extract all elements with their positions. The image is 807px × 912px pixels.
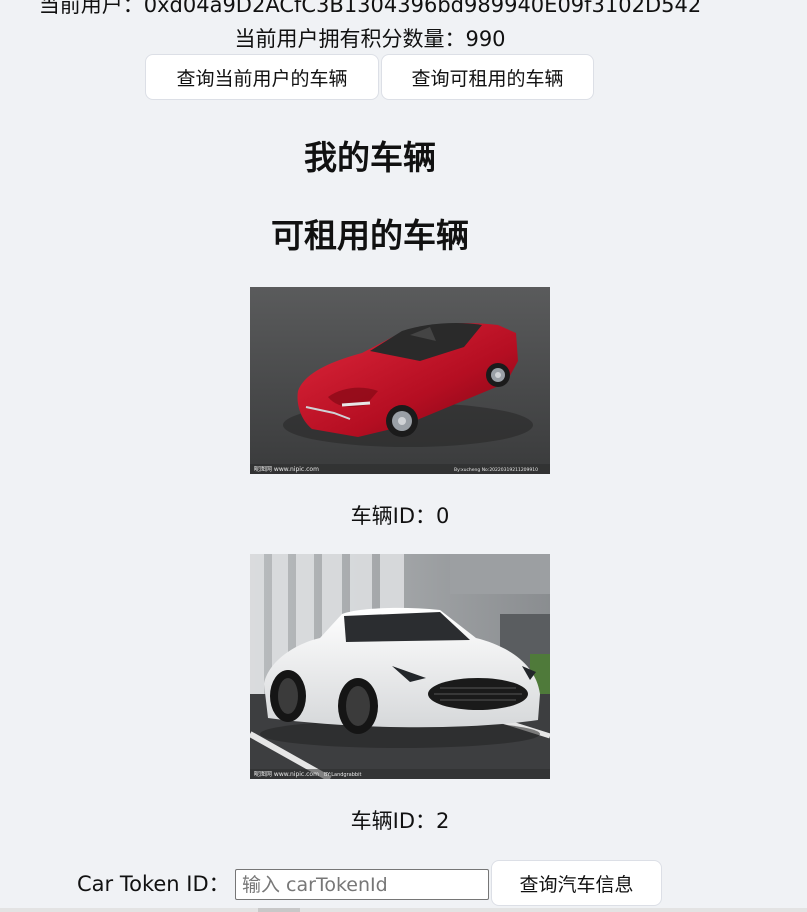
svg-text:By:xucheng No:2022031921120991: By:xucheng No:20220319211209910: [454, 467, 538, 473]
horizontal-scrollbar[interactable]: [0, 908, 807, 912]
query-my-cars-button[interactable]: 查询当前用户的车辆: [145, 54, 379, 100]
query-car-info-button[interactable]: 查询汽车信息: [491, 860, 662, 906]
scrollbar-thumb[interactable]: [258, 908, 300, 912]
car-image-red-convertible: 昵图网 www.nipic.com By:xucheng No:20220319…: [250, 287, 550, 474]
rentable-cars-heading: 可租用的车辆: [271, 216, 469, 255]
car-token-id-input[interactable]: [235, 869, 489, 900]
user-points-count: 当前用户拥有积分数量：990: [234, 27, 506, 51]
white-car-photo: 昵图网 www.nipic.com BY:Landgrabbit: [250, 554, 550, 779]
car-id-label: 车辆ID：0: [350, 504, 450, 528]
car-id-label: 车辆ID：2: [350, 809, 450, 833]
svg-text:昵图网 www.nipic.com: 昵图网 www.nipic.com: [254, 466, 319, 473]
query-rentable-cars-button[interactable]: 查询可租用的车辆: [381, 54, 594, 100]
current-user-address: 当前用户：0xd04a9D2ACfC3B1304396bd989940E09f3…: [38, 0, 702, 17]
svg-text:昵图网 www.nipic.com: 昵图网 www.nipic.com: [254, 771, 319, 778]
my-cars-heading: 我的车辆: [304, 138, 436, 177]
car-token-id-label: Car Token ID：: [77, 872, 230, 896]
car-image-white-coupe: 昵图网 www.nipic.com BY:Landgrabbit: [250, 554, 550, 779]
red-car-photo: 昵图网 www.nipic.com By:xucheng No:20220319…: [250, 287, 550, 474]
svg-text:BY:Landgrabbit: BY:Landgrabbit: [324, 772, 361, 778]
